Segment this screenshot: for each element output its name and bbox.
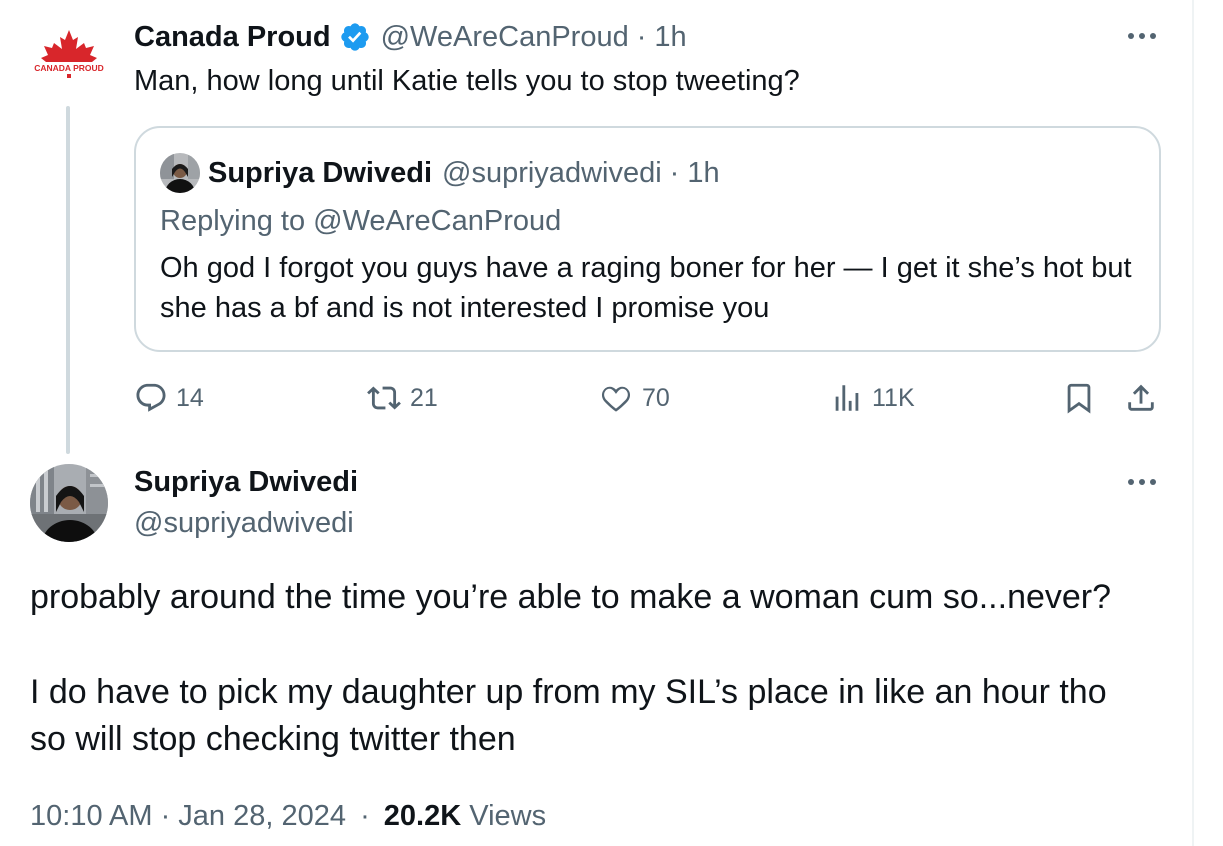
parent-author-name[interactable]: Canada Proud	[134, 21, 331, 54]
repost-button[interactable]: 21	[366, 380, 438, 416]
timeline-border	[1192, 0, 1194, 846]
reply-button[interactable]: 14	[134, 380, 204, 416]
separator-dot: ·	[669, 156, 680, 189]
reply-count: 14	[176, 383, 204, 412]
repost-count: 21	[410, 383, 438, 412]
views-button[interactable]: 11K	[830, 380, 915, 416]
parent-more-options-button[interactable]	[1124, 26, 1160, 46]
like-button[interactable]: 70	[598, 380, 670, 416]
like-icon	[601, 386, 631, 412]
canada-proud-avatar[interactable]: CANADA PROUD	[30, 22, 108, 100]
reply-icon	[136, 383, 166, 412]
verified-badge-icon	[340, 23, 369, 51]
parent-tweet-time[interactable]: 1h	[654, 21, 686, 54]
like-count: 70	[642, 383, 670, 412]
share-button[interactable]	[1124, 380, 1158, 416]
tweet-metadata: 10:10 AM · Jan 28, 2024 · 20.2K Views	[30, 796, 546, 836]
separator-dot: ·	[636, 20, 647, 53]
quoted-tweet-card[interactable]: Supriya Dwivedi @supriyadwivedi · 1h Rep…	[134, 126, 1161, 352]
main-author-avatar[interactable]	[30, 464, 108, 542]
quoted-tweet-time: 1h	[687, 156, 720, 189]
share-icon	[1128, 384, 1154, 411]
more-options-icon	[1128, 479, 1156, 485]
quoted-author-handle: @supriyadwivedi	[442, 156, 662, 189]
main-author-name[interactable]: Supriya Dwivedi	[134, 462, 358, 502]
bookmark-button[interactable]	[1062, 380, 1096, 416]
views-count: 11K	[872, 383, 915, 412]
main-tweet-paragraph: I do have to pick my daughter up from my…	[30, 673, 1107, 711]
canada-proud-logo: CANADA PROUD	[34, 30, 104, 78]
main-tweet-paragraph: probably around the time you’re able to …	[30, 578, 1112, 616]
bookmark-icon	[1067, 383, 1091, 414]
quoted-author-name: Supriya Dwivedi	[208, 156, 433, 189]
main-tweet-paragraph: so will stop checking twitter then	[30, 720, 516, 758]
main-more-options-button[interactable]	[1124, 472, 1160, 492]
parent-tweet-text: Man, how long until Katie tells you to s…	[134, 65, 800, 97]
tweet-views-label: Views	[469, 800, 547, 832]
views-icon	[835, 385, 859, 411]
tweet-views-count[interactable]: 20.2K	[384, 800, 461, 832]
quoted-tweet-text: Oh god I forgot you guys have a raging b…	[160, 252, 1132, 324]
thread-connector-line	[66, 106, 70, 454]
more-options-icon	[1128, 33, 1156, 39]
parent-tweet-header: Canada Proud @WeAreCanProud · 1h	[134, 18, 687, 56]
main-author-handle[interactable]: @supriyadwivedi	[134, 504, 354, 542]
repost-icon	[367, 386, 401, 410]
tweet-timestamp[interactable]: 10:10 AM · Jan 28, 2024	[30, 800, 346, 832]
main-tweet-text: probably around the time you’re able to …	[30, 574, 1180, 763]
separator-dot: ·	[360, 800, 370, 832]
svg-text:CANADA PROUD: CANADA PROUD	[34, 63, 104, 73]
parent-author-handle[interactable]: @WeAreCanProud	[381, 21, 629, 54]
quoted-tweet-header: Supriya Dwivedi @supriyadwivedi · 1h	[160, 152, 720, 194]
quoted-author-avatar	[160, 153, 200, 193]
quoted-replying-to: Replying to @WeAreCanProud	[160, 205, 562, 237]
